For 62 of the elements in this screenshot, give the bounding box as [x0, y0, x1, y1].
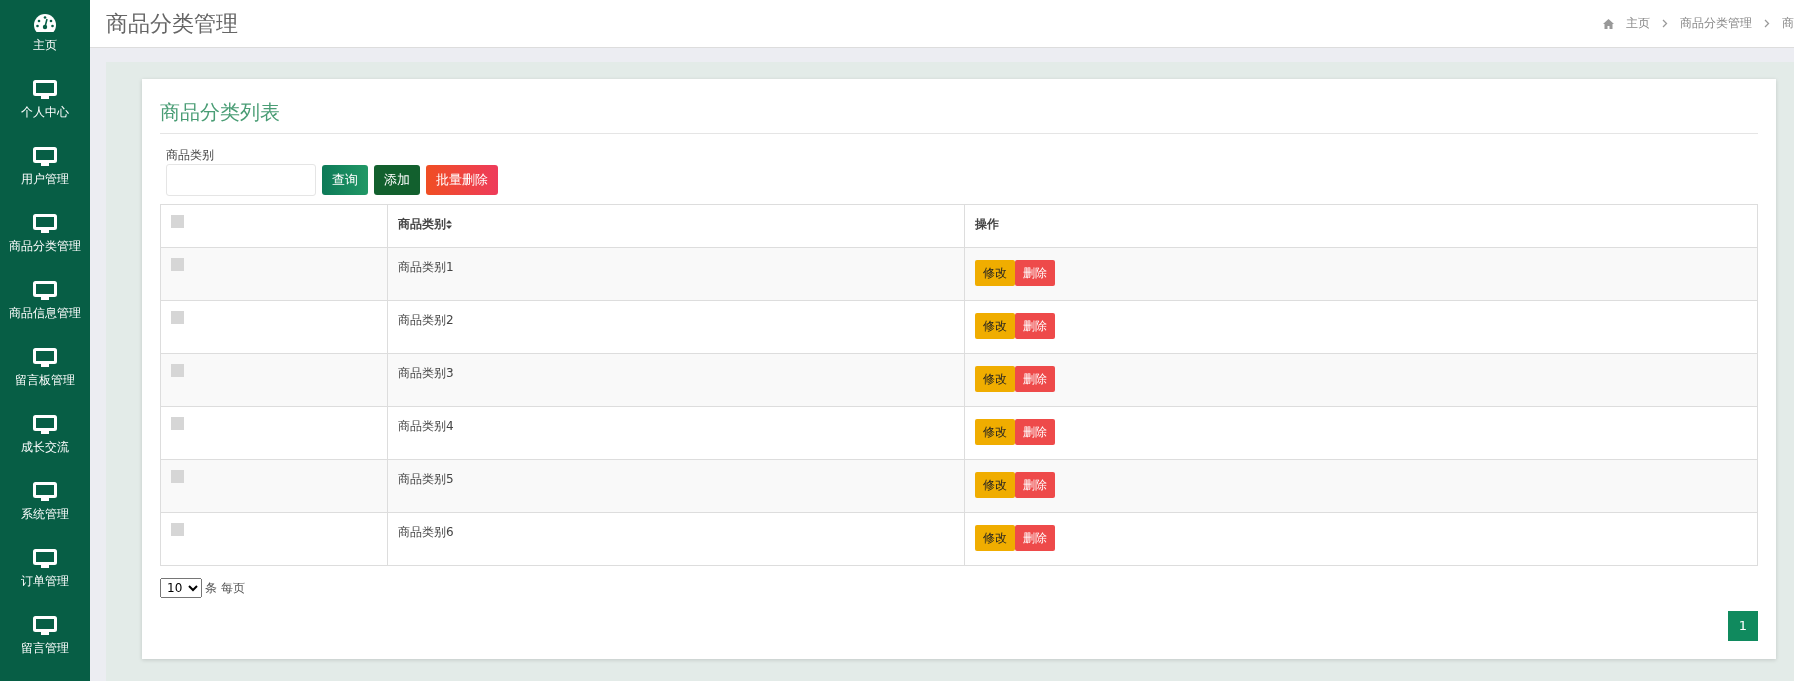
sidebar-item[interactable]: 主页: [0, 0, 90, 67]
delete-button[interactable]: 删除: [1015, 472, 1055, 498]
card-title: 商品分类列表: [160, 97, 1758, 134]
chevron-icon: [1764, 19, 1770, 28]
table-cell: 商品类别1: [387, 248, 964, 300]
monitor-icon: [33, 414, 57, 435]
breadcrumb-link[interactable]: 商品分类管理: [1680, 14, 1752, 33]
page-size-label: 条 每页: [205, 580, 245, 597]
monitor-icon: [33, 481, 57, 502]
monitor-icon: [33, 213, 57, 234]
dashboard-icon: [33, 12, 57, 33]
row-checkbox[interactable]: [171, 258, 184, 271]
page-title: 商品分类管理: [106, 10, 238, 38]
row-checkbox[interactable]: [171, 364, 184, 377]
delete-button[interactable]: 删除: [1015, 260, 1055, 286]
search-field[interactable]: [166, 164, 316, 196]
delete-button[interactable]: 删除: [1015, 366, 1055, 392]
column-header[interactable]: 商品类别: [398, 217, 446, 231]
home-icon: [1603, 18, 1614, 29]
page-button[interactable]: 1: [1728, 611, 1758, 641]
sidebar-item[interactable]: 订单管理: [0, 536, 90, 603]
sort-icon[interactable]: [446, 220, 452, 229]
page-size-select[interactable]: 10: [160, 578, 202, 598]
edit-button[interactable]: 修改: [975, 313, 1015, 339]
edit-button[interactable]: 修改: [975, 419, 1015, 445]
table-cell: 商品类别3: [387, 354, 964, 406]
edit-button[interactable]: 修改: [975, 472, 1015, 498]
delete-button[interactable]: 删除: [1015, 525, 1055, 551]
monitor-icon: [33, 548, 57, 569]
row-checkbox[interactable]: [171, 470, 184, 483]
sidebar-item[interactable]: 商品分类管理: [0, 201, 90, 268]
sidebar-item[interactable]: 留言管理: [0, 603, 90, 670]
sidebar-item[interactable]: 成长交流: [0, 402, 90, 469]
sidebar-item[interactable]: 留言板管理: [0, 335, 90, 402]
delete-button[interactable]: 删除: [1015, 419, 1055, 445]
delete-button[interactable]: 批量删除: [426, 165, 498, 195]
breadcrumb-link[interactable]: 商: [1782, 14, 1794, 33]
row-checkbox[interactable]: [171, 311, 184, 324]
add-button[interactable]: 添加: [374, 165, 420, 195]
monitor-icon: [33, 79, 57, 100]
monitor-icon: [33, 615, 57, 636]
row-checkbox[interactable]: [171, 417, 184, 430]
search-button[interactable]: 查询: [322, 165, 368, 195]
sidebar-item[interactable]: 用户管理: [0, 134, 90, 201]
field-label: 商品类别: [166, 147, 215, 164]
sidebar-item[interactable]: 个人中心: [0, 67, 90, 134]
column-header: 操作: [975, 217, 999, 231]
delete-button[interactable]: 删除: [1015, 313, 1055, 339]
edit-button[interactable]: 修改: [975, 366, 1015, 392]
monitor-icon: [33, 347, 57, 368]
edit-button[interactable]: 修改: [975, 260, 1015, 286]
select-all-checkbox[interactable]: [171, 215, 184, 228]
row-checkbox[interactable]: [171, 523, 184, 536]
monitor-icon: [33, 146, 57, 167]
monitor-icon: [33, 280, 57, 301]
edit-button[interactable]: 修改: [975, 525, 1015, 551]
sidebar-item[interactable]: 系统管理: [0, 469, 90, 536]
table-cell: 商品类别5: [387, 460, 964, 512]
home-link[interactable]: 主页: [1626, 14, 1650, 33]
chevron-icon: [1662, 19, 1668, 28]
table-cell: 商品类别6: [387, 513, 964, 565]
sidebar-item[interactable]: 商品信息管理: [0, 268, 90, 335]
